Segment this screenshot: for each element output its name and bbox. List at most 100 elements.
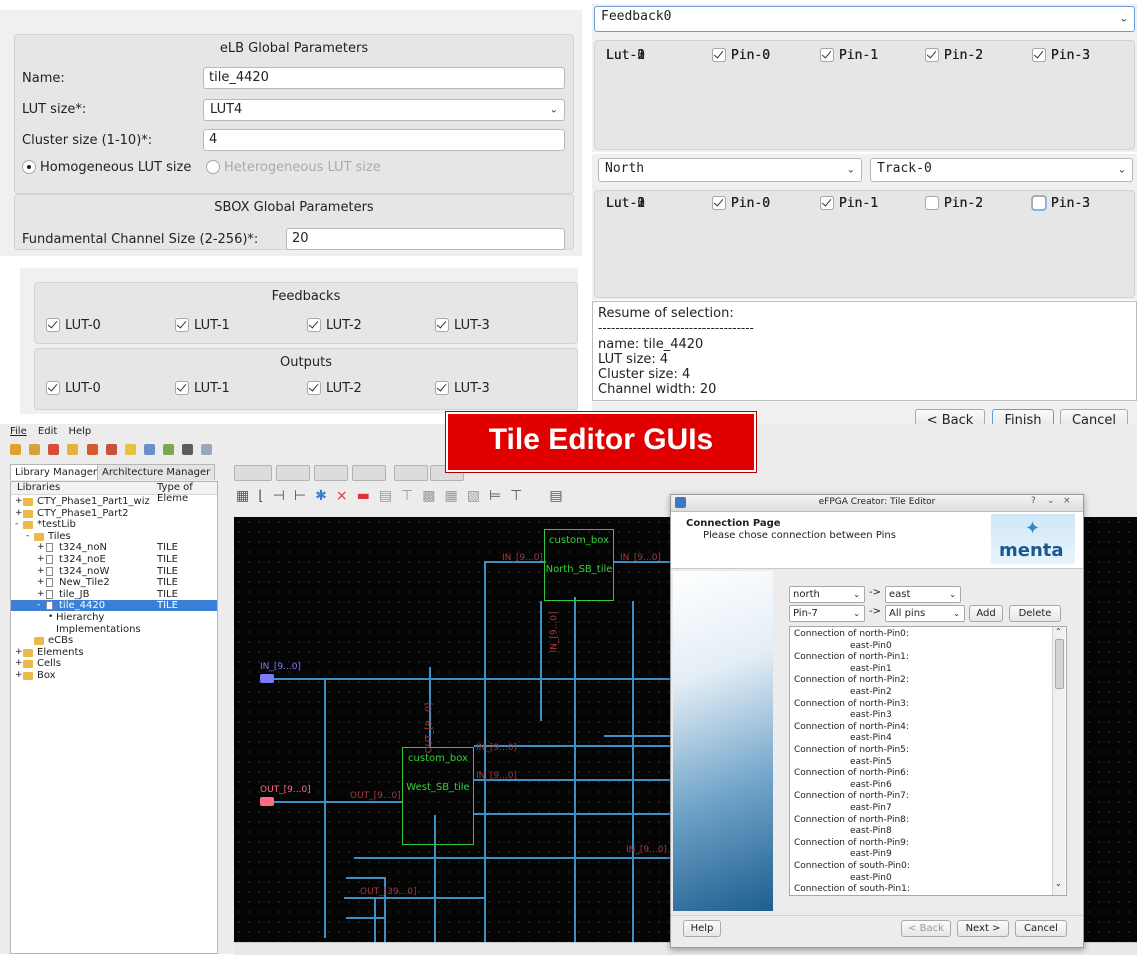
pin-checkbox[interactable]: Pin-0 — [712, 48, 770, 63]
delete-button[interactable]: Delete — [1009, 605, 1061, 622]
expand-toggle-icon[interactable]: + — [15, 508, 23, 519]
tab-architecture-manager[interactable]: Architecture Manager — [97, 464, 216, 480]
port-tool-icon[interactable]: ⊢ — [294, 488, 315, 504]
add-button[interactable]: Add — [969, 605, 1003, 622]
select-tool-icon[interactable]: ▦ — [236, 488, 258, 504]
connection-target[interactable]: east-Pin0 — [850, 641, 892, 651]
tree-item[interactable]: Implementations — [11, 624, 217, 635]
from-pin-select[interactable]: Pin-7 ⌄ — [789, 605, 865, 622]
list-scrollbar[interactable]: ⌃ ⌄ — [1052, 627, 1065, 895]
connection-source[interactable]: Connection of north-Pin3: — [794, 699, 909, 709]
lut-size-select[interactable]: LUT4 ⌄ — [203, 99, 565, 121]
tree-item[interactable]: + Cells — [11, 658, 217, 669]
menu-help[interactable]: Help — [68, 426, 91, 437]
scroll-down-icon[interactable]: ⌄ — [1055, 879, 1062, 888]
from-direction-select[interactable]: north ⌄ — [789, 586, 865, 603]
expand-toggle-icon[interactable]: - — [26, 531, 29, 542]
connection-source[interactable]: Connection of north-Pin5: — [794, 745, 909, 755]
expand-toggle-icon[interactable]: + — [37, 577, 45, 588]
feedback-lut-2[interactable]: LUT-2 — [307, 318, 362, 333]
pin-checkbox[interactable]: Pin-2 — [925, 48, 983, 63]
resistor-tool-icon[interactable]: ▬ — [357, 488, 379, 504]
group-tool-icon[interactable]: ▩ — [422, 488, 444, 504]
tool-icon[interactable] — [182, 444, 194, 455]
tree-item[interactable]: eCBs — [11, 635, 217, 646]
west-sb-tile-box[interactable]: custom_box West_SB_tile — [402, 747, 474, 845]
delete-tool-icon[interactable]: × — [336, 488, 357, 504]
tree-item[interactable]: + Elements — [11, 647, 217, 658]
tree-item[interactable]: + t324_noN TILE — [11, 542, 217, 553]
expand-toggle-icon[interactable]: + — [37, 566, 45, 577]
output-lut-3[interactable]: LUT-3 — [435, 381, 490, 396]
feedback-lut-0[interactable]: LUT-0 — [46, 318, 101, 333]
connection-source[interactable]: Connection of north-Pin7: — [794, 791, 909, 801]
tree-item[interactable]: - tile_4420 TILE — [11, 600, 217, 612]
expand-toggle-icon[interactable]: • — [48, 612, 53, 623]
tree-item[interactable]: + t324_noE TILE — [11, 554, 217, 565]
pin-checkbox[interactable]: Pin-1 — [820, 196, 878, 211]
grid-tool-icon[interactable]: ▤ — [379, 488, 401, 504]
export-icon[interactable] — [86, 444, 98, 455]
feedback-lut-3[interactable]: LUT-3 — [435, 318, 490, 333]
tree-item[interactable]: - *testLib — [11, 519, 217, 530]
library-icon[interactable] — [105, 444, 117, 455]
minimize-icon[interactable]: ⌄ — [1047, 496, 1055, 506]
connection-target[interactable]: east-Pin3 — [850, 710, 892, 720]
tool-button[interactable] — [394, 465, 428, 481]
connection-target[interactable]: east-Pin2 — [850, 687, 892, 697]
new-icon[interactable] — [10, 444, 21, 455]
tool-button[interactable] — [314, 465, 348, 481]
connection-target[interactable]: east-Pin9 — [850, 849, 892, 859]
connection-source[interactable]: Connection of south-Pin1: — [794, 884, 910, 894]
cells-icon[interactable] — [143, 444, 155, 455]
import-icon[interactable] — [67, 444, 79, 455]
align-tool-icon[interactable]: ⊤ — [401, 488, 422, 504]
scroll-thumb[interactable] — [1055, 639, 1064, 689]
tree-item[interactable]: + New_Tile2 TILE — [11, 577, 217, 588]
connections-list[interactable]: Connection of north-Pin0: east-Pin0 Connec… — [789, 626, 1067, 896]
close-icon[interactable]: × — [1063, 496, 1071, 506]
help-icon[interactable]: ? — [1031, 496, 1036, 506]
chart-icon[interactable] — [163, 444, 175, 455]
radio-heterogeneous[interactable]: Heterogeneous LUT size — [206, 160, 381, 175]
wire-tool-icon[interactable]: ⌊ — [258, 488, 272, 504]
bus-tool-icon[interactable]: ⊣ — [273, 488, 294, 504]
probe-tool-icon[interactable]: ⊤ — [510, 488, 531, 504]
tree-item[interactable]: + t324_noW TILE — [11, 566, 217, 577]
ungroup-tool-icon[interactable]: ▦ — [444, 488, 466, 504]
pen-icon[interactable] — [201, 444, 213, 455]
tree-item[interactable]: + tile_JB TILE — [11, 589, 217, 600]
expand-toggle-icon[interactable]: + — [15, 647, 23, 658]
pin-checkbox[interactable]: Pin-3 — [1032, 196, 1090, 211]
tree-item[interactable]: + Box — [11, 670, 217, 681]
next-button[interactable]: Next > — [957, 920, 1009, 937]
folder-icon[interactable] — [124, 444, 136, 455]
tab-library-manager[interactable]: Library Manager — [10, 464, 102, 480]
track-select[interactable]: Track-0 ⌄ — [870, 158, 1133, 182]
connection-target[interactable]: east-Pin7 — [850, 803, 892, 813]
cluster-size-field[interactable]: 4 — [203, 129, 565, 151]
connection-source[interactable]: Connection of north-Pin6: — [794, 768, 909, 778]
connection-source[interactable]: Connection of north-Pin0: — [794, 629, 909, 639]
cancel-button[interactable]: Cancel — [1015, 920, 1067, 937]
tree-item[interactable]: + CTY_Phase1_Part1_wiz — [11, 496, 217, 507]
direction-select[interactable]: North ⌄ — [598, 158, 862, 182]
out-port-icon[interactable] — [260, 797, 274, 806]
pin-checkbox[interactable]: Pin-0 — [712, 196, 770, 211]
connection-source[interactable]: Connection of north-Pin8: — [794, 815, 909, 825]
expand-toggle-icon[interactable]: + — [37, 554, 45, 565]
connection-source[interactable]: Connection of north-Pin9: — [794, 838, 909, 848]
help-button[interactable]: Help — [683, 920, 721, 937]
feedback-select[interactable]: Feedback0 ⌄ — [594, 6, 1135, 32]
expand-toggle-icon[interactable]: - — [15, 519, 18, 530]
channel-size-field[interactable]: 20 — [286, 228, 565, 250]
menu-edit[interactable]: Edit — [38, 426, 57, 437]
radio-homogeneous[interactable]: Homogeneous LUT size — [22, 160, 191, 175]
expand-toggle-icon[interactable]: + — [15, 496, 23, 507]
feedback-lut-1[interactable]: LUT-1 — [175, 318, 230, 333]
in-port-icon[interactable] — [260, 674, 274, 683]
connection-target[interactable]: east-Pin4 — [850, 733, 892, 743]
to-direction-select[interactable]: east ⌄ — [885, 586, 961, 603]
menu-file[interactable]: File — [10, 426, 27, 437]
array-tool-icon[interactable]: ▧ — [467, 488, 489, 504]
